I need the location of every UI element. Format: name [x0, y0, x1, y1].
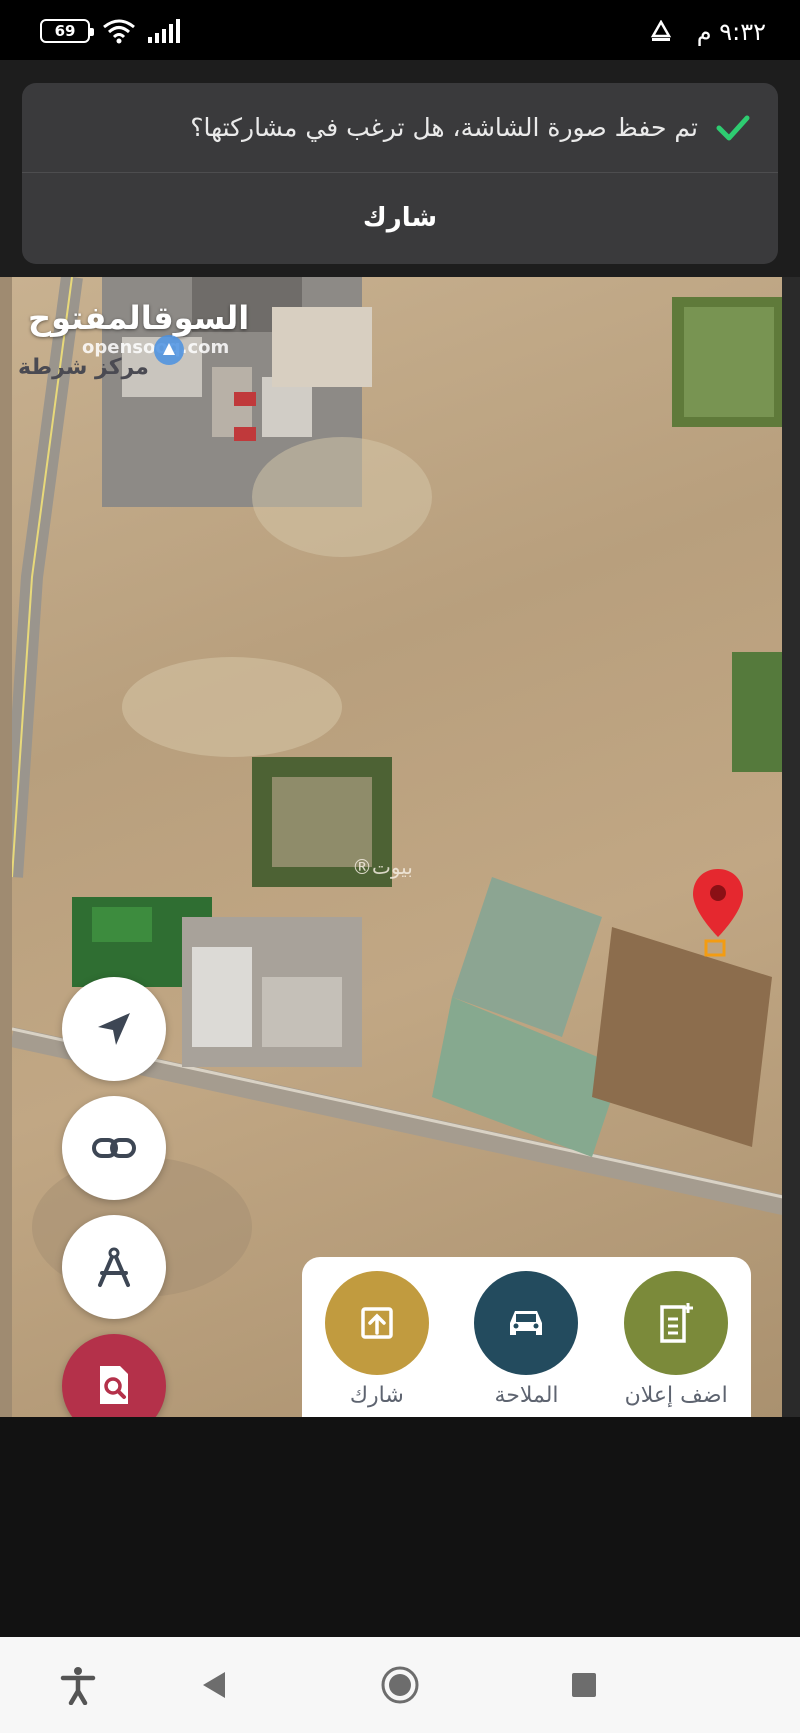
- navigation-action-label: الملاحة: [494, 1383, 559, 1408]
- home-button[interactable]: [376, 1661, 424, 1709]
- link-icon: [92, 1138, 136, 1158]
- navigate-button[interactable]: [62, 977, 166, 1081]
- back-triangle-icon: [203, 1672, 225, 1698]
- navigation-arrow-icon: [98, 1013, 130, 1045]
- check-icon: [716, 115, 750, 140]
- navigation-action-circle[interactable]: [474, 1271, 579, 1375]
- add-listing-action[interactable]: اضف إعلان: [606, 1271, 746, 1408]
- signal-icon: [148, 19, 180, 43]
- wifi-icon: [103, 19, 135, 44]
- action-bar: شارك الملاحة اضف إعلان: [302, 1257, 751, 1417]
- back-button[interactable]: [190, 1661, 238, 1709]
- status-time: ٩:٣٢ م: [696, 18, 766, 46]
- map-pin-icon[interactable]: [690, 867, 746, 957]
- location-marker-icon: [154, 335, 184, 365]
- share-action[interactable]: شارك: [307, 1271, 447, 1408]
- home-circle-icon: [381, 1666, 419, 1704]
- status-icons: 69: [40, 18, 184, 44]
- status-bar: 69 ٩:٣٢ م: [0, 0, 800, 60]
- accessibility-icon: [60, 1667, 96, 1705]
- opensooq-watermark: السوقالمفتوح: [28, 299, 250, 337]
- toast-share-button[interactable]: شارك: [22, 173, 778, 263]
- notification-bell-icon: [650, 20, 672, 41]
- add-listing-action-label: اضف إعلان: [624, 1383, 728, 1408]
- battery-icon: 69: [40, 19, 94, 43]
- measure-button[interactable]: [62, 1215, 166, 1319]
- screenshot-toast: تم حفظ صورة الشاشة، هل ترغب في مشاركتها؟…: [22, 83, 778, 264]
- poi-police-station[interactable]: مركز شرطة: [18, 355, 149, 380]
- share-icon: [361, 1307, 393, 1339]
- system-nav-bar: [0, 1637, 800, 1733]
- car-icon: [510, 1311, 543, 1335]
- link-button[interactable]: [62, 1096, 166, 1200]
- recents-button[interactable]: [560, 1661, 608, 1709]
- bottom-empty-area: [0, 1417, 800, 1637]
- recents-square-icon: [572, 1673, 596, 1697]
- navigation-action[interactable]: الملاحة: [456, 1271, 596, 1408]
- add-listing-action-circle[interactable]: [624, 1271, 729, 1375]
- add-listing-icon: [660, 1303, 694, 1343]
- accessibility-button[interactable]: [54, 1661, 102, 1709]
- buyut-watermark: بيوت®: [352, 855, 413, 879]
- toast-message-row: تم حفظ صورة الشاشة، هل ترغب في مشاركتها؟: [22, 83, 778, 173]
- compass-tool-icon: [98, 1247, 130, 1287]
- share-action-circle[interactable]: [324, 1271, 429, 1375]
- document-search-icon: [100, 1366, 128, 1404]
- map-right-edge: [782, 277, 800, 1417]
- toast-message: تم حفظ صورة الشاشة، هل ترغب في مشاركتها؟: [190, 113, 698, 142]
- share-action-label: شارك: [349, 1383, 404, 1408]
- battery-level: 69: [54, 22, 76, 40]
